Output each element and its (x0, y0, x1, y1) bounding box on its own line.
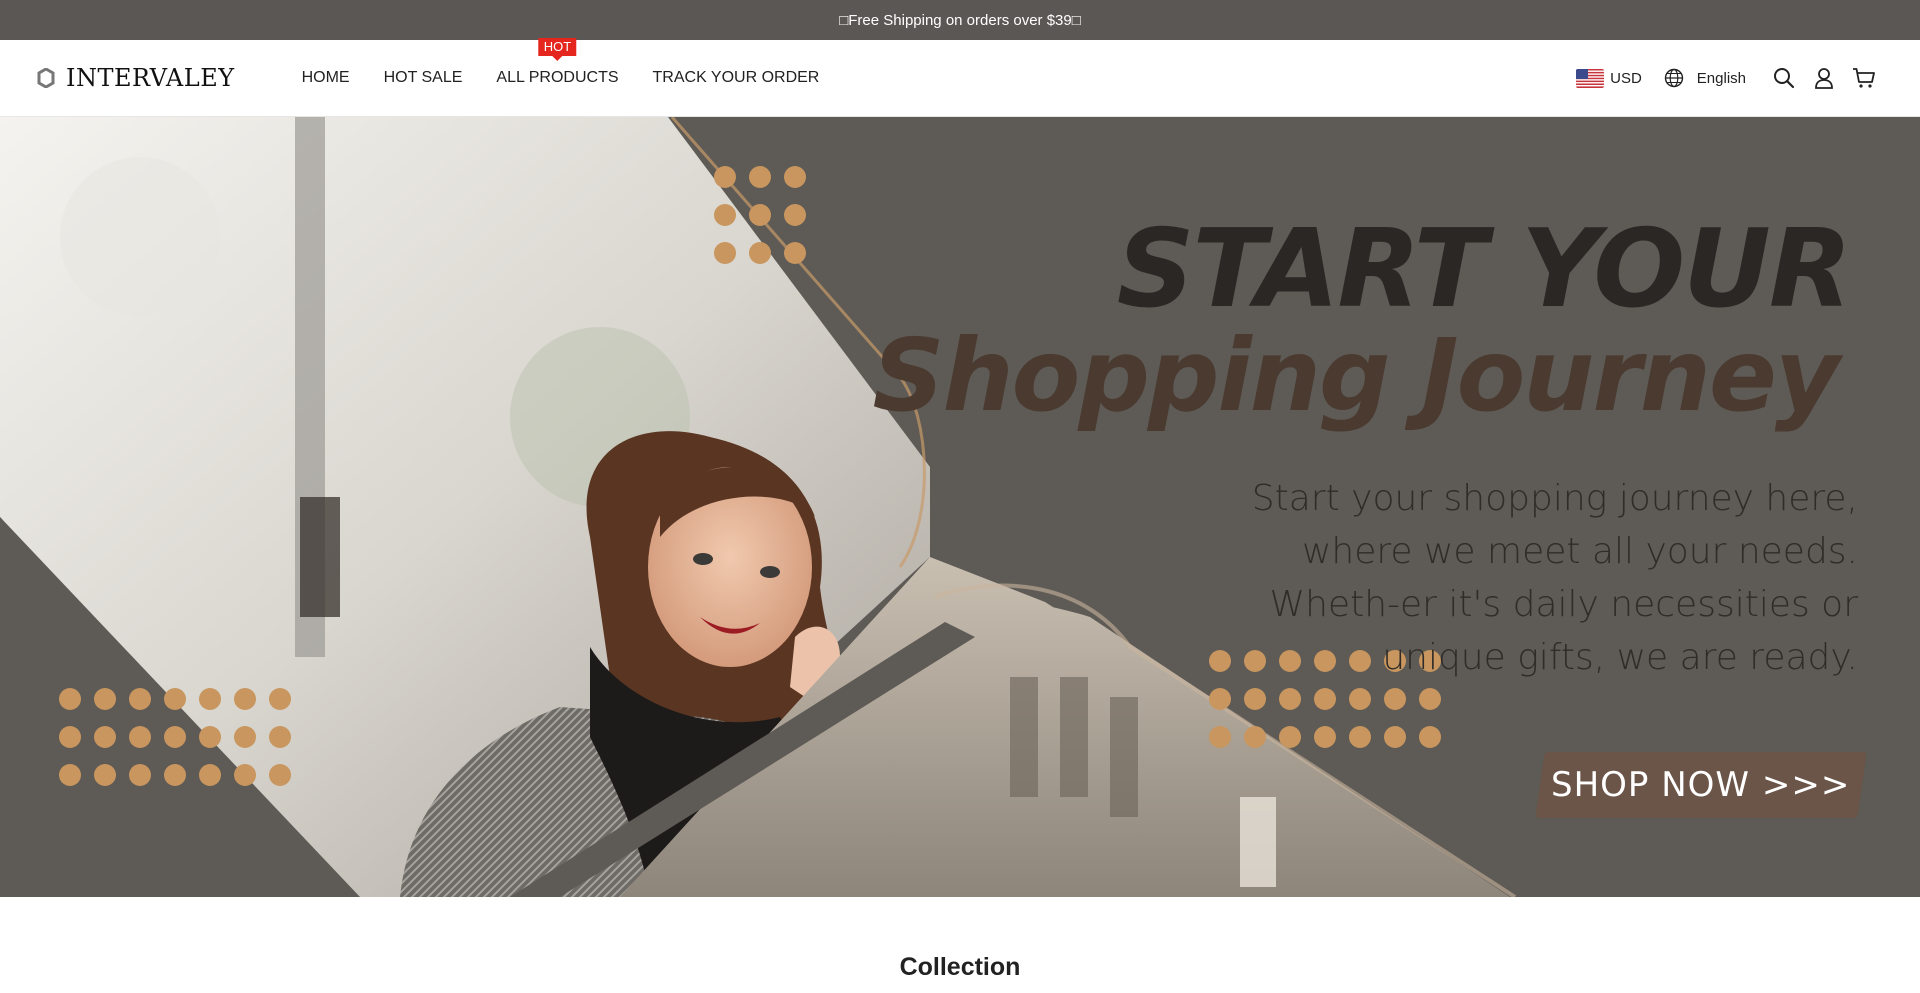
account-button[interactable] (1804, 58, 1844, 98)
brand-name: INTERVALEY (66, 64, 235, 92)
shop-now-button[interactable]: SHOP NOW >>> (1535, 752, 1867, 818)
collection-heading: Collection (899, 953, 1021, 981)
hero-title-line2: Shopping Journey (872, 317, 1840, 434)
search-button[interactable] (1764, 58, 1804, 98)
language-selector[interactable]: English (1664, 68, 1746, 88)
nav-all-products-label: ALL PRODUCTS (496, 69, 619, 86)
nav-home[interactable]: HOME (285, 69, 367, 87)
search-icon (1774, 68, 1795, 89)
announcement-text: □Free Shipping on orders over $39□ (839, 11, 1081, 29)
us-flag-icon (1576, 68, 1605, 88)
globe-icon (1664, 68, 1683, 88)
announcement-bar: □Free Shipping on orders over $39□ (0, 0, 1920, 40)
account-icon (1815, 68, 1833, 89)
currency-selector[interactable]: USD (1576, 68, 1642, 88)
cart-button[interactable] (1844, 58, 1884, 98)
nav-hot-sale[interactable]: HOT SALE (367, 69, 480, 87)
main-nav: HOME HOT SALE HOT ALL PRODUCTS TRACK YOU… (285, 38, 837, 87)
shop-now-label: SHOP NOW >>> (1551, 765, 1851, 805)
brand-logo[interactable]: INTERVALEY (36, 64, 235, 92)
hero-description: Start your shopping journey here, where … (1251, 478, 1858, 678)
logo-mark-icon (37, 68, 55, 88)
language-label: English (1696, 69, 1746, 87)
nav-all-products[interactable]: HOT ALL PRODUCTS (479, 38, 635, 87)
header-actions: USD English (1576, 58, 1884, 98)
hero-title-line1: START YOUR (1116, 207, 1852, 332)
hot-badge: HOT (538, 38, 577, 56)
nav-track-order[interactable]: TRACK YOUR ORDER (636, 69, 837, 87)
hero-banner[interactable]: START YOUR Shopping Journey Start your s… (0, 117, 1920, 897)
currency-label: USD (1610, 69, 1642, 87)
site-header: INTERVALEY HOME HOT SALE HOT ALL PRODUCT… (0, 38, 1920, 117)
dot-grid-top (714, 166, 806, 264)
cart-icon (1853, 68, 1875, 88)
